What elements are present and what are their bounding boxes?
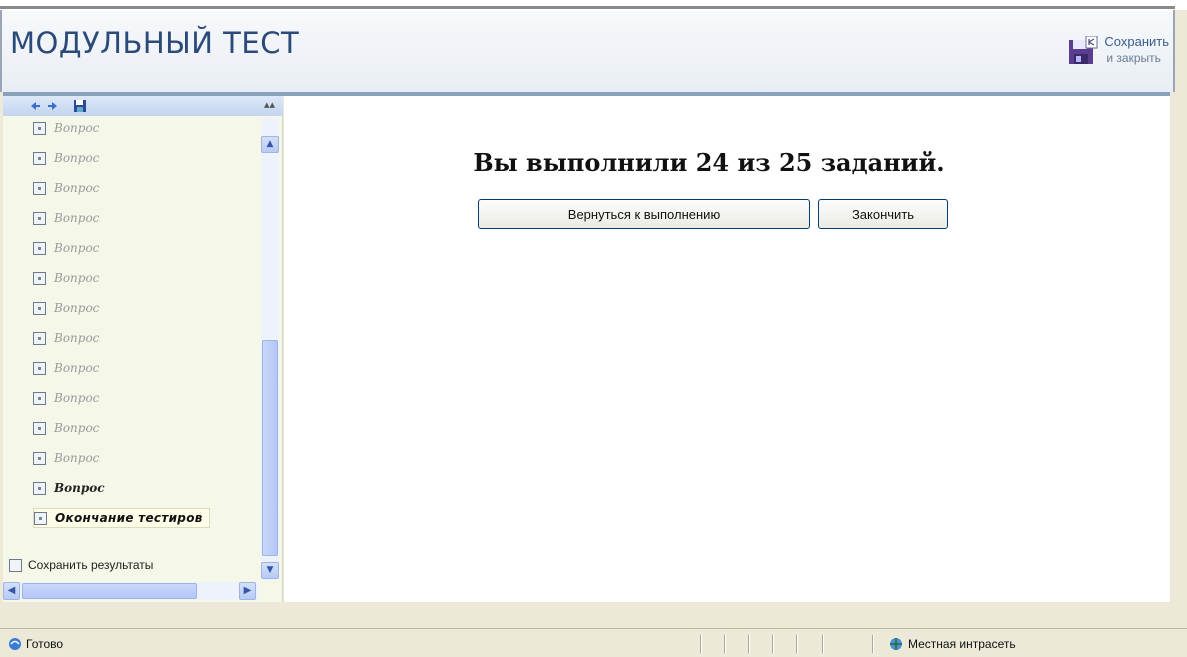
checkbox-icon	[34, 511, 47, 525]
tree-item-current[interactable]: Окончание тестиров	[33, 508, 210, 528]
scroll-thumb[interactable]	[262, 340, 278, 556]
tree-item[interactable]: Вопрос	[33, 238, 99, 258]
status-separator	[796, 635, 798, 653]
save-icon[interactable]	[73, 99, 87, 113]
floppy-icon	[1069, 36, 1098, 64]
forward-arrow-icon[interactable]	[47, 99, 61, 113]
back-arrow-icon[interactable]	[27, 99, 41, 113]
page-icon	[9, 638, 21, 650]
scroll-left-icon[interactable]: ◀	[3, 582, 20, 600]
checkbox-icon	[33, 151, 46, 165]
sidebar: ▴▴ Вопрос Вопрос Вопрос Вопрос Вопрос Во…	[3, 96, 283, 602]
scroll-right-icon[interactable]: ▶	[239, 582, 256, 600]
window-frame-bottom	[0, 602, 1187, 628]
tree-item[interactable]: Вопрос	[33, 478, 105, 498]
horizontal-scrollbar[interactable]: ◀ ▶	[3, 582, 259, 600]
status-separator	[748, 635, 750, 653]
tree-item[interactable]: Вопрос	[33, 178, 99, 198]
question-tree: Вопрос Вопрос Вопрос Вопрос Вопрос Вопро…	[3, 118, 259, 568]
status-separator	[700, 635, 702, 653]
status-separator	[822, 635, 824, 653]
save-close-label-1: Сохранить	[1104, 34, 1169, 49]
page-title: МОДУЛЬНЫЙ ТЕСТ	[10, 26, 300, 60]
save-close-button[interactable]: Сохранить и закрыть	[1068, 34, 1169, 66]
checkbox-icon	[33, 421, 46, 435]
tree-item[interactable]: Вопрос	[33, 448, 99, 468]
result-message: Вы выполнили 24 из 25 заданий.	[473, 148, 945, 177]
tree-item[interactable]: Вопрос	[33, 148, 99, 168]
scroll-thumb[interactable]	[22, 583, 197, 599]
status-separator	[772, 635, 774, 653]
main-content: Вы выполнили 24 из 25 заданий. Вернуться…	[284, 96, 1170, 602]
vertical-scrollbar[interactable]: ▲ ▼	[261, 118, 279, 580]
checkbox-icon	[33, 181, 46, 195]
scroll-up-icon[interactable]: ▲	[261, 136, 279, 153]
return-button[interactable]: Вернуться к выполнению	[478, 199, 810, 229]
tree-item[interactable]: Вопрос	[33, 118, 99, 138]
checkbox-icon	[33, 271, 46, 285]
checkbox-icon	[33, 361, 46, 375]
scroll-down-icon[interactable]: ▼	[261, 562, 279, 579]
checkbox-icon	[33, 241, 46, 255]
checkbox-icon	[33, 451, 46, 465]
save-results-item[interactable]: Сохранить результаты	[9, 558, 153, 572]
tree-item[interactable]: Вопрос	[33, 208, 99, 228]
header: МОДУЛЬНЫЙ ТЕСТ Сохранить и закрыть	[0, 10, 1175, 92]
checkbox-icon	[9, 558, 22, 572]
status-separator	[872, 635, 874, 653]
checkbox-icon	[33, 331, 46, 345]
collapse-icon[interactable]: ▴▴	[264, 98, 275, 111]
tree-item[interactable]: Вопрос	[33, 268, 99, 288]
tree-item[interactable]: Вопрос	[33, 388, 99, 408]
status-bar: Готово Местная интрасеть	[0, 628, 1187, 657]
status-separator	[724, 635, 726, 653]
checkbox-icon	[33, 481, 46, 495]
tree-item[interactable]: Вопрос	[33, 358, 99, 378]
status-ready: Готово	[8, 637, 63, 651]
save-close-label-2: и закрыть	[1106, 51, 1161, 65]
finish-button[interactable]: Закончить	[818, 199, 948, 229]
tree-item[interactable]: Вопрос	[33, 418, 99, 438]
tree-item[interactable]: Вопрос	[33, 298, 99, 318]
checkbox-icon	[33, 211, 46, 225]
window-top-edge	[0, 0, 1187, 10]
tree-item[interactable]: Вопрос	[33, 328, 99, 348]
checkbox-icon	[33, 301, 46, 315]
status-zone: Местная интрасеть	[888, 637, 1016, 651]
sidebar-toolbar: ▴▴	[3, 96, 283, 116]
checkbox-icon	[33, 391, 46, 405]
checkbox-icon	[33, 121, 46, 135]
intranet-icon	[890, 638, 902, 650]
